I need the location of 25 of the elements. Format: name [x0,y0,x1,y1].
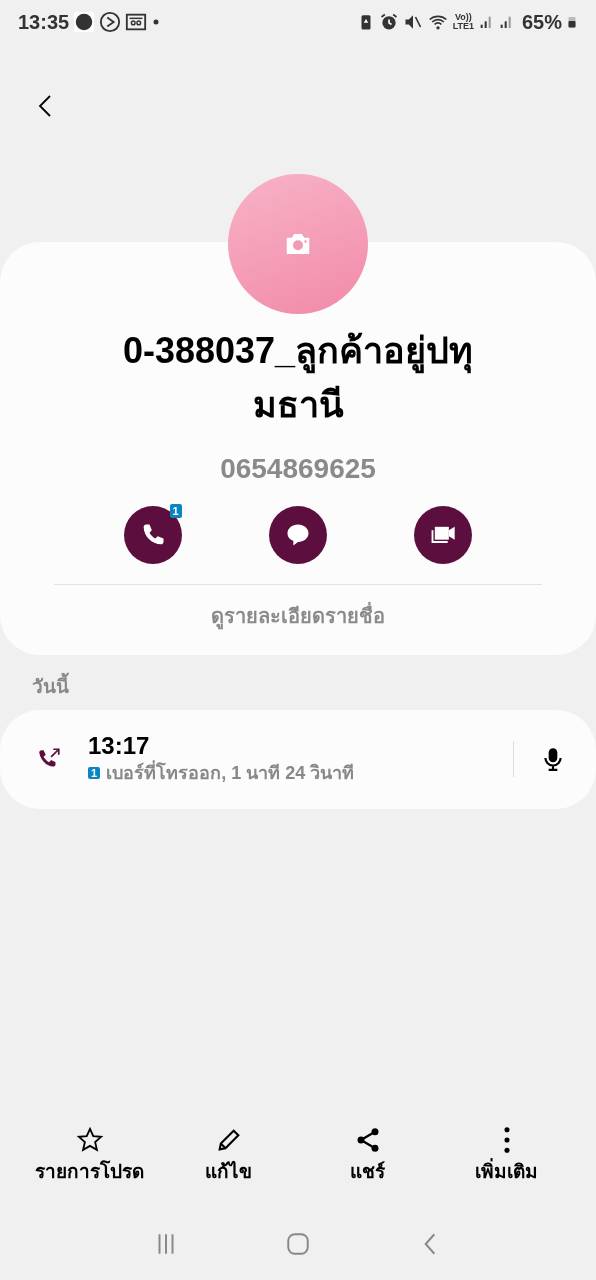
home-icon[interactable] [285,1231,311,1257]
voicemail-icon [125,11,148,33]
star-icon [75,1125,104,1154]
clock-time: 13:35 [18,10,70,35]
play-icon [99,11,122,33]
phone-number: 0654869625 [219,452,377,486]
more-icon [502,1125,511,1154]
alarm-icon [378,12,399,32]
call-button[interactable]: 1 [123,506,182,564]
section-heading: วันนี้ [0,655,596,710]
call-log-item[interactable]: 13:17 $^{1}$ เบอร์ที่โทรออก, 1 นาที 24 วินาที [0,709,596,810]
record-icon [73,11,96,33]
favorite-button[interactable]: รายการโปรด [34,1125,145,1186]
network-label: Vo)) [454,13,472,22]
message-button[interactable] [269,506,327,564]
share-button[interactable]: แชร์ [312,1125,423,1186]
sim-badge: 1 [169,504,182,518]
network-label: LTE1 [452,22,474,31]
battery-percent: 65% [521,10,562,35]
more-button[interactable]: เพิ่มเติม [451,1125,562,1186]
sim-badge: 1 [88,767,101,780]
contact-name: 0-388037_ลูกค้าอยู่ปทุมธานี [121,329,475,427]
video-call-button[interactable] [414,506,473,564]
call-time: 13:17 [88,731,151,760]
edit-button[interactable]: แก้ไข [173,1125,284,1186]
